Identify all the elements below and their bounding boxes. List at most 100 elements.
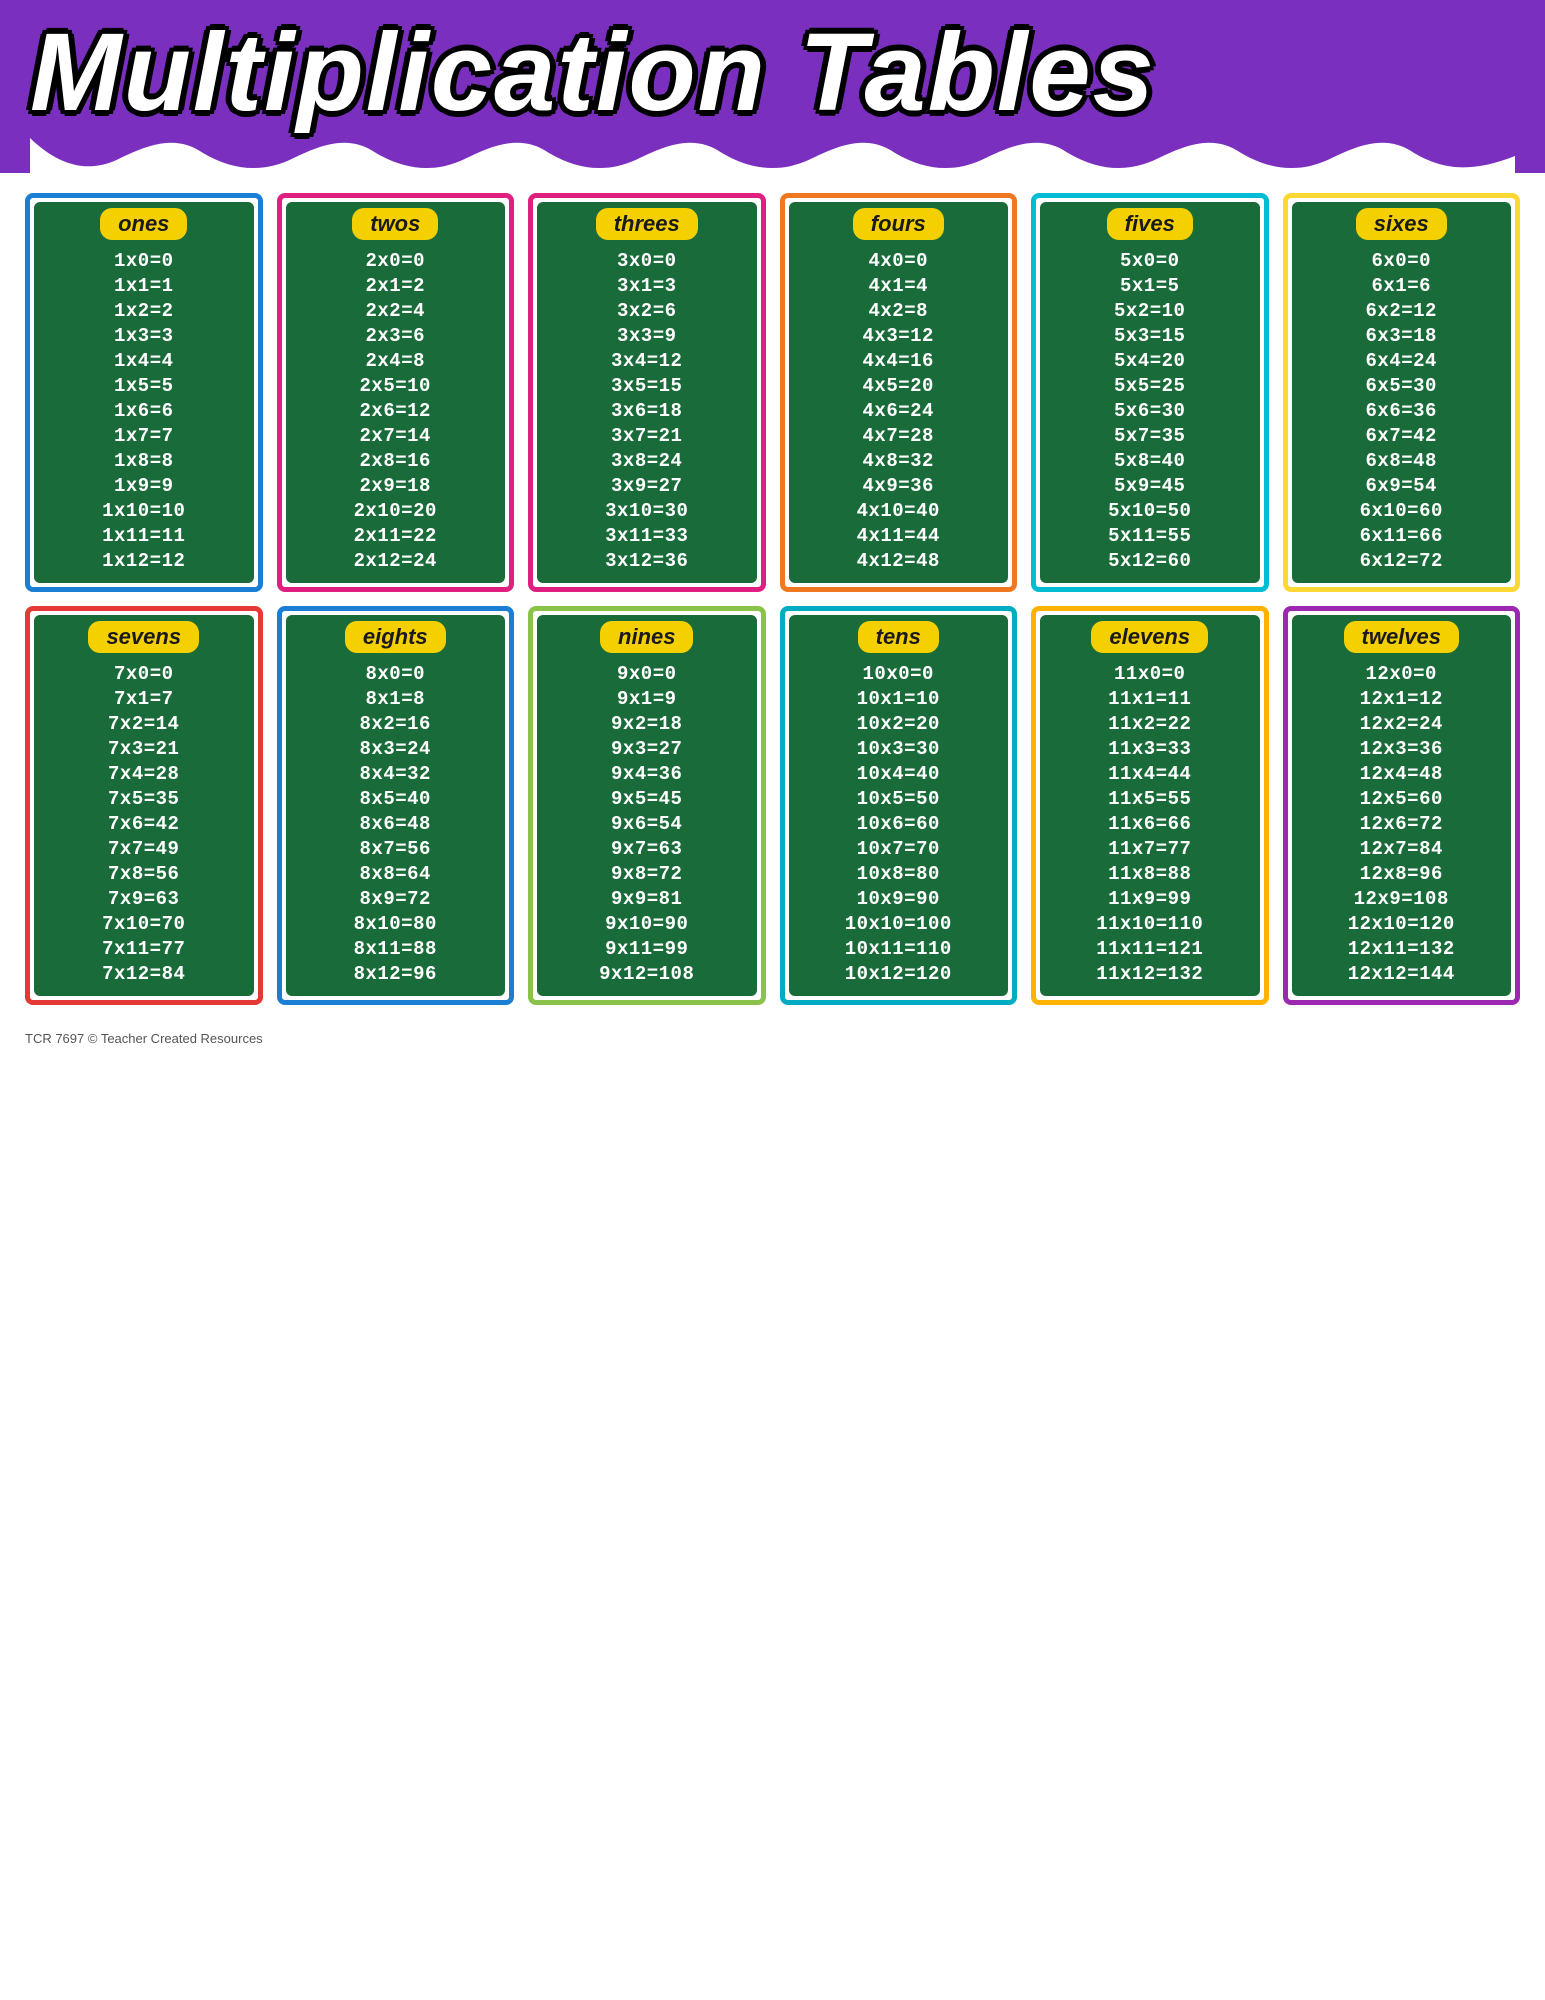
table-row: 1x7=7	[42, 423, 246, 448]
table-row: 11x2=22	[1048, 711, 1252, 736]
table-row: 4x6=24	[797, 398, 1001, 423]
table-row: 12x7=84	[1300, 836, 1504, 861]
table-row: 11x7=77	[1048, 836, 1252, 861]
table-row: 5x5=25	[1048, 373, 1252, 398]
table-row: 1x0=0	[42, 248, 246, 273]
table-row: 3x0=0	[545, 248, 749, 273]
table-row: 8x1=8	[294, 686, 498, 711]
table-row: 8x6=48	[294, 811, 498, 836]
table-row: 3x4=12	[545, 348, 749, 373]
table-row: 11x10=110	[1048, 911, 1252, 936]
table-row: 6x3=18	[1300, 323, 1504, 348]
table-row: 7x5=35	[42, 786, 246, 811]
table-row: 2x0=0	[294, 248, 498, 273]
table-label-sixes: sixes	[1356, 208, 1447, 240]
table-row: 3x9=27	[545, 473, 749, 498]
table-row: 8x2=16	[294, 711, 498, 736]
table-row: 7x2=14	[42, 711, 246, 736]
table-row: 8x11=88	[294, 936, 498, 961]
table-row: 4x4=16	[797, 348, 1001, 373]
table-row: 5x3=15	[1048, 323, 1252, 348]
table-row: 5x1=5	[1048, 273, 1252, 298]
table-row: 12x8=96	[1300, 861, 1504, 886]
table-label-twelves: twelves	[1344, 621, 1460, 653]
table-row: 2x11=22	[294, 523, 498, 548]
table-card-nines: nines9x0=09x1=99x2=189x3=279x4=369x5=459…	[528, 606, 766, 1005]
table-row: 7x6=42	[42, 811, 246, 836]
table-row: 11x6=66	[1048, 811, 1252, 836]
table-row: 9x0=0	[545, 661, 749, 686]
table-row: 11x9=99	[1048, 886, 1252, 911]
table-row: 8x9=72	[294, 886, 498, 911]
table-row: 7x7=49	[42, 836, 246, 861]
table-row: 5x7=35	[1048, 423, 1252, 448]
table-row: 4x12=48	[797, 548, 1001, 573]
table-row: 9x7=63	[545, 836, 749, 861]
table-row: 3x5=15	[545, 373, 749, 398]
table-row: 5x12=60	[1048, 548, 1252, 573]
table-card-fives: fives5x0=05x1=55x2=105x3=155x4=205x5=255…	[1031, 193, 1269, 592]
table-card-sevens: sevens7x0=07x1=77x2=147x3=217x4=287x5=35…	[25, 606, 263, 1005]
table-row: 8x7=56	[294, 836, 498, 861]
table-row: 6x5=30	[1300, 373, 1504, 398]
table-row: 1x11=11	[42, 523, 246, 548]
table-row: 12x1=12	[1300, 686, 1504, 711]
table-row: 8x10=80	[294, 911, 498, 936]
table-row: 3x1=3	[545, 273, 749, 298]
table-row: 9x2=18	[545, 711, 749, 736]
table-row: 1x2=2	[42, 298, 246, 323]
table-row: 12x0=0	[1300, 661, 1504, 686]
footer-text: TCR 7697 © Teacher Created Resources	[0, 1025, 1545, 1052]
table-row: 9x10=90	[545, 911, 749, 936]
table-row: 12x4=48	[1300, 761, 1504, 786]
table-row: 4x2=8	[797, 298, 1001, 323]
table-row: 8x4=32	[294, 761, 498, 786]
table-row: 2x1=2	[294, 273, 498, 298]
table-row: 12x10=120	[1300, 911, 1504, 936]
table-row: 12x9=108	[1300, 886, 1504, 911]
table-row: 1x3=3	[42, 323, 246, 348]
table-row: 3x12=36	[545, 548, 749, 573]
table-label-twos: twos	[352, 208, 438, 240]
table-row: 7x10=70	[42, 911, 246, 936]
table-row: 7x8=56	[42, 861, 246, 886]
table-row: 9x12=108	[545, 961, 749, 986]
table-row: 5x11=55	[1048, 523, 1252, 548]
table-row: 3x7=21	[545, 423, 749, 448]
table-card-threes: threes3x0=03x1=33x2=63x3=93x4=123x5=153x…	[528, 193, 766, 592]
table-row: 6x8=48	[1300, 448, 1504, 473]
table-row: 6x7=42	[1300, 423, 1504, 448]
table-row: 9x11=99	[545, 936, 749, 961]
table-row: 4x3=12	[797, 323, 1001, 348]
wave-decoration	[30, 128, 1515, 173]
table-row: 10x2=20	[797, 711, 1001, 736]
table-row: 10x12=120	[797, 961, 1001, 986]
table-row: 8x3=24	[294, 736, 498, 761]
page-title: Multiplication Tables	[30, 18, 1515, 128]
table-row: 11x11=121	[1048, 936, 1252, 961]
table-row: 2x3=6	[294, 323, 498, 348]
table-row: 2x4=8	[294, 348, 498, 373]
table-row: 7x4=28	[42, 761, 246, 786]
table-row: 10x7=70	[797, 836, 1001, 861]
table-row: 7x0=0	[42, 661, 246, 686]
table-row: 10x4=40	[797, 761, 1001, 786]
table-row: 8x12=96	[294, 961, 498, 986]
table-row: 8x5=40	[294, 786, 498, 811]
table-row: 9x1=9	[545, 686, 749, 711]
table-row: 1x10=10	[42, 498, 246, 523]
table-row: 2x7=14	[294, 423, 498, 448]
table-row: 2x2=4	[294, 298, 498, 323]
table-row: 4x8=32	[797, 448, 1001, 473]
table-row: 6x2=12	[1300, 298, 1504, 323]
tables-grid: ones1x0=01x1=11x2=21x3=31x4=41x5=51x6=61…	[25, 193, 1520, 1005]
table-row: 6x4=24	[1300, 348, 1504, 373]
table-row: 7x11=77	[42, 936, 246, 961]
table-row: 6x12=72	[1300, 548, 1504, 573]
table-row: 12x5=60	[1300, 786, 1504, 811]
table-row: 10x11=110	[797, 936, 1001, 961]
table-row: 2x10=20	[294, 498, 498, 523]
table-row: 2x5=10	[294, 373, 498, 398]
table-label-nines: nines	[600, 621, 693, 653]
table-row: 3x2=6	[545, 298, 749, 323]
